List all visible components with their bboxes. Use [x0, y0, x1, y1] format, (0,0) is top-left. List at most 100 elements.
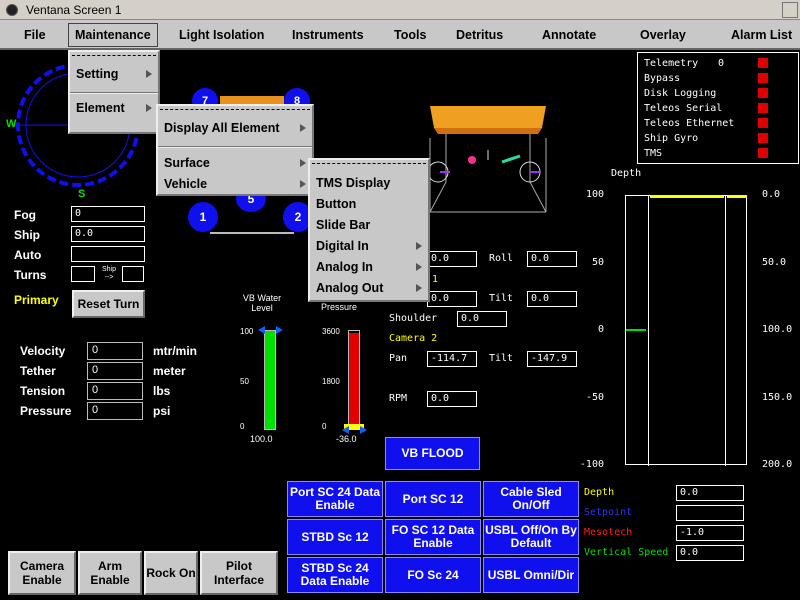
menu-item-digital-in[interactable]: Digital In — [316, 236, 369, 256]
rpm-field[interactable]: 0.0 — [427, 391, 477, 407]
vb-slider-left-icon[interactable] — [258, 326, 265, 334]
depth-readout-field[interactable]: 0.0 — [676, 485, 744, 501]
menu-file[interactable]: File — [24, 28, 46, 42]
cable-sled-button[interactable]: Cable Sled On/Off — [483, 481, 579, 517]
roll-field[interactable]: 0.0 — [527, 251, 577, 267]
reset-turn-button[interactable]: Reset Turn — [72, 290, 145, 318]
tilt-field[interactable]: 0.0 — [527, 291, 577, 307]
maintenance-menu: Setting Element — [68, 50, 160, 134]
tms-led — [758, 148, 768, 158]
roll-label: Roll — [489, 253, 514, 264]
fo-sc24-button[interactable]: FO Sc 24 — [385, 557, 481, 593]
menu-maintenance[interactable]: Maintenance — [68, 23, 158, 47]
depth-left-tick: 0 — [597, 324, 604, 335]
velocity-field[interactable]: 0 — [87, 342, 143, 360]
camera-field-2[interactable]: 0.0 — [427, 291, 477, 307]
menu-item-analog-out[interactable]: Analog Out — [316, 278, 383, 298]
camera-enable-button[interactable]: Camera Enable — [8, 551, 76, 595]
menu-item-button[interactable]: Button — [316, 194, 356, 214]
depth-left-tick: 50 — [591, 256, 604, 268]
menu-item-slide-bar[interactable]: Slide Bar — [316, 215, 370, 235]
turns-ship-field[interactable] — [122, 266, 144, 282]
stbd-sc12-button[interactable]: STBD Sc 12 — [287, 519, 383, 555]
ship-gyro-label: Ship Gyro — [644, 133, 699, 144]
usbl-offon-button[interactable]: USBL Off/On By Default — [483, 519, 579, 555]
stbd-sc24-button[interactable]: STBD Sc 24 Data Enable — [287, 557, 383, 593]
usbl-omni-button[interactable]: USBL Omni/Dir — [483, 557, 579, 593]
depth-chart-line-left — [648, 196, 649, 466]
bypass-led — [758, 73, 768, 83]
depth-right-tick: 100.0 — [762, 324, 793, 335]
menu-alarm-list[interactable]: Alarm List — [731, 28, 792, 42]
pressure-tick-top: 3600 — [322, 327, 340, 336]
tension-field[interactable]: 0 — [87, 382, 143, 400]
depth-chart-title: Depth — [611, 168, 642, 179]
vertical-speed-field[interactable]: 0.0 — [676, 545, 744, 561]
pressure-slider-left-icon[interactable] — [342, 426, 349, 434]
auto-field[interactable] — [71, 246, 145, 262]
thruster-frame-bottom — [210, 232, 294, 234]
tear-off-line[interactable] — [160, 109, 310, 110]
depth-right-tick: 0.0 — [762, 189, 781, 200]
tether-field[interactable]: 0 — [87, 362, 143, 380]
vb-gauge-value: 100.0 — [250, 434, 273, 444]
tear-off-line[interactable] — [312, 163, 426, 164]
shoulder-field[interactable]: 0.0 — [457, 311, 507, 327]
menu-separator — [70, 92, 158, 94]
fo-sc12-button[interactable]: FO SC 12 Data Enable — [385, 519, 481, 555]
title-bar: Ventana Screen 1 — [0, 0, 800, 20]
telemetry-led — [758, 58, 768, 68]
fog-field[interactable]: 0 — [71, 206, 145, 222]
camera-field-1[interactable]: 0.0 — [427, 251, 477, 267]
tilt2-field[interactable]: -147.9 — [527, 351, 577, 367]
compass-south-label: S — [78, 188, 86, 200]
turns-field[interactable] — [71, 266, 95, 282]
vb-gauge-title: VB Water Level — [242, 293, 282, 313]
pilot-interface-button[interactable]: Pilot Interface — [200, 551, 278, 595]
camera-1-number: 1 — [432, 274, 439, 285]
menu-instruments[interactable]: Instruments — [292, 28, 364, 42]
vb-tick-bottom: 0 — [240, 422, 245, 431]
menu-item-surface[interactable]: Surface — [164, 153, 210, 173]
pressure-gauge-fill — [349, 332, 359, 429]
pressure-label: Pressure — [20, 404, 72, 418]
depth-left-tick: -100 — [579, 459, 604, 470]
port-sc24-button[interactable]: Port SC 24 Data Enable — [287, 481, 383, 517]
menu-item-display-all[interactable]: Display All Element — [164, 118, 280, 138]
ship-field[interactable]: 0.0 — [71, 226, 145, 242]
vertical-speed-label: Vertical Speed — [584, 547, 669, 558]
menu-item-element[interactable]: Element — [76, 98, 125, 118]
menu-annotate[interactable]: Annotate — [542, 28, 596, 42]
port-sc12-button[interactable]: Port SC 12 — [385, 481, 481, 517]
tear-off-line[interactable] — [72, 55, 156, 56]
pan-field[interactable]: -114.7 — [427, 351, 477, 367]
pressure-tick-bottom: 0 — [322, 422, 327, 431]
arm-enable-button[interactable]: Arm Enable — [78, 551, 142, 595]
setpoint-field[interactable] — [676, 505, 744, 521]
rock-on-button[interactable]: Rock On — [144, 551, 198, 595]
menu-item-vehicle[interactable]: Vehicle — [164, 174, 207, 194]
vb-slider-right-icon[interactable] — [276, 326, 283, 334]
pressure-slider-right-icon[interactable] — [360, 426, 367, 434]
menu-light-isolation[interactable]: Light Isolation — [179, 28, 264, 42]
window-control-icon[interactable] — [782, 2, 798, 18]
telemetry-panel: Telemetry 0 Bypass Disk Logging Teleos S… — [637, 52, 799, 164]
primary-label: Primary — [14, 293, 59, 307]
menu-item-setting[interactable]: Setting — [76, 64, 118, 84]
window-menu-icon[interactable] — [6, 3, 18, 16]
menu-detritus[interactable]: Detritus — [456, 28, 503, 42]
menu-bar: File Maintenance Light Isolation Instrum… — [0, 20, 800, 50]
bypass-label: Bypass — [644, 73, 681, 84]
depth-green-marker — [626, 329, 646, 331]
menu-tools[interactable]: Tools — [394, 28, 426, 42]
menu-overlay[interactable]: Overlay — [640, 28, 686, 42]
menu-item-analog-in[interactable]: Analog In — [316, 257, 373, 277]
pressure-field[interactable]: 0 — [87, 402, 143, 420]
chevron-right-icon — [300, 124, 306, 132]
chevron-right-icon — [300, 159, 306, 167]
ship-label: Ship — [14, 228, 40, 242]
vb-flood-button[interactable]: VB FLOOD — [385, 437, 480, 470]
mesotech-field[interactable]: -1.0 — [676, 525, 744, 541]
menu-item-tms-display[interactable]: TMS Display — [316, 173, 390, 193]
depth-left-tick: -50 — [585, 391, 604, 403]
